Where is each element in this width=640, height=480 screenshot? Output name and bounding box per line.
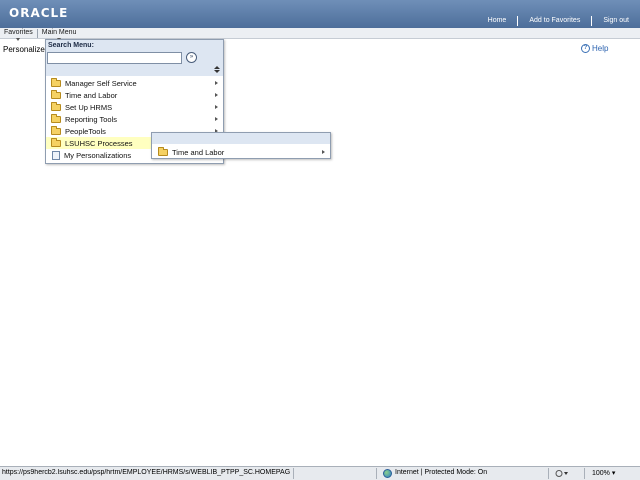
internet-zone-icon bbox=[383, 469, 392, 478]
submenu-header bbox=[152, 133, 330, 144]
zoom-level[interactable]: 100% ▾ bbox=[592, 469, 615, 477]
help-icon: ? bbox=[581, 44, 590, 53]
page-icon bbox=[52, 150, 60, 160]
menu-item-label: Time and Labor bbox=[65, 90, 118, 100]
folder-icon bbox=[51, 137, 61, 147]
submenu-arrow-icon bbox=[215, 105, 218, 109]
lsuhsc-processes-submenu: Time and Labor bbox=[151, 132, 331, 159]
zoom-dropdown-icon: ▾ bbox=[611, 470, 616, 477]
folder-icon bbox=[51, 77, 61, 87]
submenu-arrow-icon bbox=[322, 150, 325, 154]
oracle-logo: ORACLE bbox=[9, 6, 69, 20]
personalize-link[interactable]: Personalize bbox=[3, 45, 45, 54]
menu-item-label: Time and Labor bbox=[172, 147, 225, 157]
menu-item-label: Manager Self Service bbox=[65, 78, 137, 88]
folder-icon bbox=[158, 146, 168, 156]
folder-icon bbox=[51, 101, 61, 111]
submenu-arrow-icon bbox=[215, 117, 218, 121]
help-link[interactable]: ? Help bbox=[581, 44, 608, 53]
search-menu-label: Search Menu: bbox=[48, 42, 94, 49]
search-go-icon[interactable]: » bbox=[186, 52, 197, 63]
sort-menu-icon[interactable] bbox=[214, 66, 220, 74]
dropdown-arrow-icon bbox=[16, 38, 21, 41]
folder-icon bbox=[51, 113, 61, 123]
browser-status-bar: https://ps9hercb2.lsuhsc.edu/psp/hrtm/EM… bbox=[0, 466, 640, 480]
menu-search-panel: Search Menu: » bbox=[46, 40, 223, 76]
help-label: Help bbox=[592, 44, 609, 53]
submenu-arrow-icon bbox=[215, 93, 218, 97]
search-menu-input[interactable] bbox=[47, 52, 182, 64]
status-divider bbox=[293, 468, 294, 479]
add-to-favorites-link[interactable]: Add to Favorites bbox=[518, 17, 591, 24]
submenu-arrow-icon bbox=[215, 81, 218, 85]
submenu-item-time-and-labor[interactable]: Time and Labor bbox=[152, 146, 330, 158]
home-link[interactable]: Home bbox=[477, 17, 518, 24]
zoom-value: 100% bbox=[592, 470, 610, 477]
main-menu-label: Main Menu bbox=[41, 29, 77, 36]
app-header: ORACLE Home Add to Favorites Sign out bbox=[0, 0, 640, 28]
menu-item-manager-self-service[interactable]: Manager Self Service bbox=[46, 77, 223, 89]
favorites-menu[interactable]: Favorites bbox=[0, 28, 37, 41]
favorites-menu-label: Favorites bbox=[4, 29, 33, 36]
status-divider bbox=[584, 468, 585, 479]
menu-item-time-and-labor[interactable]: Time and Labor bbox=[46, 89, 223, 101]
protected-mode-settings-icon[interactable] bbox=[555, 469, 569, 480]
header-links: Home Add to Favorites Sign out bbox=[477, 15, 640, 26]
menu-item-label: LSUHSC Processes bbox=[65, 138, 133, 148]
main-menu[interactable]: Main Menu bbox=[38, 28, 81, 41]
menu-item-label: PeopleTools bbox=[65, 126, 106, 136]
menu-item-label: My Personalizations bbox=[64, 150, 132, 160]
status-url: https://ps9hercb2.lsuhsc.edu/psp/hrtm/EM… bbox=[2, 469, 290, 476]
menu-item-label: Reporting Tools bbox=[65, 114, 117, 124]
folder-icon bbox=[51, 89, 61, 99]
status-divider bbox=[376, 468, 377, 479]
security-zone: Internet | Protected Mode: On bbox=[395, 469, 488, 476]
folder-icon bbox=[51, 125, 61, 135]
status-divider bbox=[548, 468, 549, 479]
sign-out-link[interactable]: Sign out bbox=[592, 17, 640, 24]
menu-item-set-up-hrms[interactable]: Set Up HRMS bbox=[46, 101, 223, 113]
menu-bar: Favorites Main Menu bbox=[0, 28, 640, 41]
menu-item-reporting-tools[interactable]: Reporting Tools bbox=[46, 113, 223, 125]
menu-item-label: Set Up HRMS bbox=[65, 102, 113, 112]
